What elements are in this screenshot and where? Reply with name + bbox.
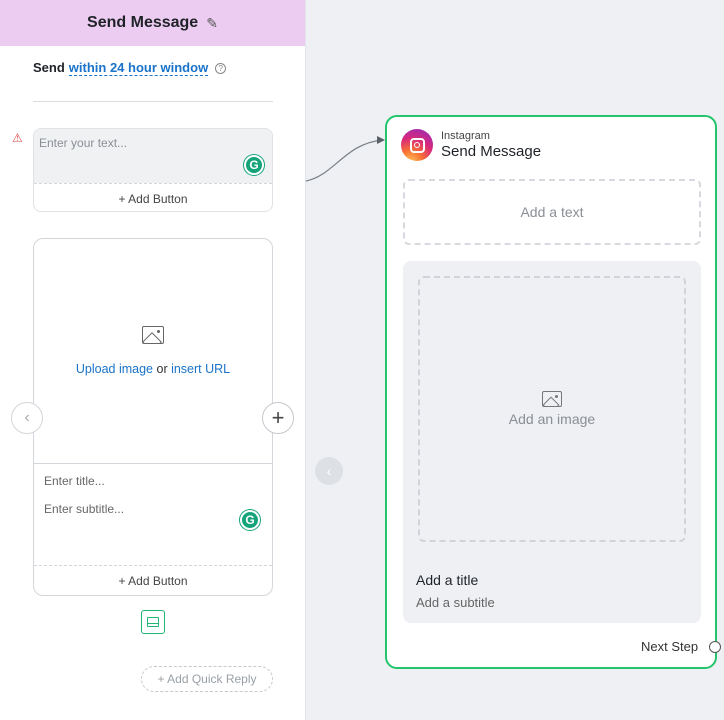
message-text-input[interactable]: Enter your text... G bbox=[34, 129, 272, 183]
panel-header: Send Message ✎ bbox=[0, 0, 305, 46]
card-preview: Add an image Add a title Add a subtitle bbox=[403, 261, 701, 623]
image-icon bbox=[542, 391, 562, 407]
next-step-port[interactable] bbox=[709, 641, 721, 653]
upload-image-link[interactable]: Upload image bbox=[76, 362, 153, 376]
add-image-label: Add an image bbox=[508, 411, 596, 427]
send-window-link[interactable]: within 24 hour window bbox=[68, 60, 209, 76]
pencil-icon[interactable]: ✎ bbox=[206, 15, 218, 32]
grammarly-icon[interactable]: G bbox=[240, 510, 260, 530]
collapse-panel-icon[interactable]: ‹ bbox=[315, 457, 343, 485]
next-step-label: Next Step bbox=[641, 639, 699, 654]
add-button[interactable]: + Add Button bbox=[34, 183, 272, 211]
card-title-input[interactable]: Enter title... bbox=[44, 474, 262, 488]
add-text-placeholder[interactable]: Add a text bbox=[403, 179, 701, 245]
help-icon[interactable]: ? bbox=[215, 63, 227, 74]
upload-line: Upload image or insert URL bbox=[76, 362, 230, 376]
card-subtitle-input[interactable]: Enter subtitle... bbox=[44, 502, 262, 516]
instagram-icon bbox=[401, 129, 433, 161]
text-message-card: Enter your text... G + Add Button bbox=[33, 128, 273, 212]
add-quick-reply-button[interactable]: + Add Quick Reply bbox=[141, 666, 273, 692]
card-subtitle: Add a subtitle bbox=[416, 595, 495, 610]
or-text: or bbox=[153, 362, 172, 376]
card-text-fields: Enter title... Enter subtitle... G bbox=[34, 464, 272, 567]
warning-icon: ⚠ bbox=[12, 131, 23, 145]
instagram-camera-shape bbox=[409, 137, 425, 153]
image-icon bbox=[142, 326, 164, 344]
flow-connector bbox=[305, 136, 385, 182]
add-image-placeholder[interactable]: Add an image bbox=[418, 276, 686, 542]
collapse-inner bbox=[147, 617, 159, 627]
image-upload-zone[interactable]: Upload image or insert URL bbox=[34, 239, 272, 464]
node-heading: Instagram Send Message bbox=[441, 130, 541, 160]
chevron-left-icon[interactable]: ‹ bbox=[11, 402, 43, 434]
grammarly-icon[interactable]: G bbox=[244, 155, 264, 175]
card-add-button[interactable]: + Add Button bbox=[34, 565, 272, 595]
media-card: Upload image or insert URL Enter title..… bbox=[33, 238, 273, 596]
message-text-placeholder: Enter your text... bbox=[39, 136, 128, 150]
editor-panel: Send Message ✎ Send within 24 hour windo… bbox=[0, 0, 306, 720]
collapse-icon[interactable] bbox=[141, 610, 165, 634]
insert-url-link[interactable]: insert URL bbox=[171, 362, 230, 376]
node-header: Instagram Send Message bbox=[401, 129, 541, 161]
instagram-send-message-node[interactable]: Instagram Send Message Add a text Add an… bbox=[385, 115, 721, 669]
send-window-row: Send within 24 hour window ? bbox=[33, 60, 273, 102]
card-title: Add a title bbox=[416, 572, 479, 588]
panel-title: Send Message bbox=[87, 14, 199, 31]
plus-icon[interactable]: + bbox=[262, 402, 294, 434]
send-label: Send bbox=[33, 60, 65, 75]
node-platform: Instagram bbox=[441, 130, 490, 142]
node-title: Send Message bbox=[441, 143, 542, 160]
